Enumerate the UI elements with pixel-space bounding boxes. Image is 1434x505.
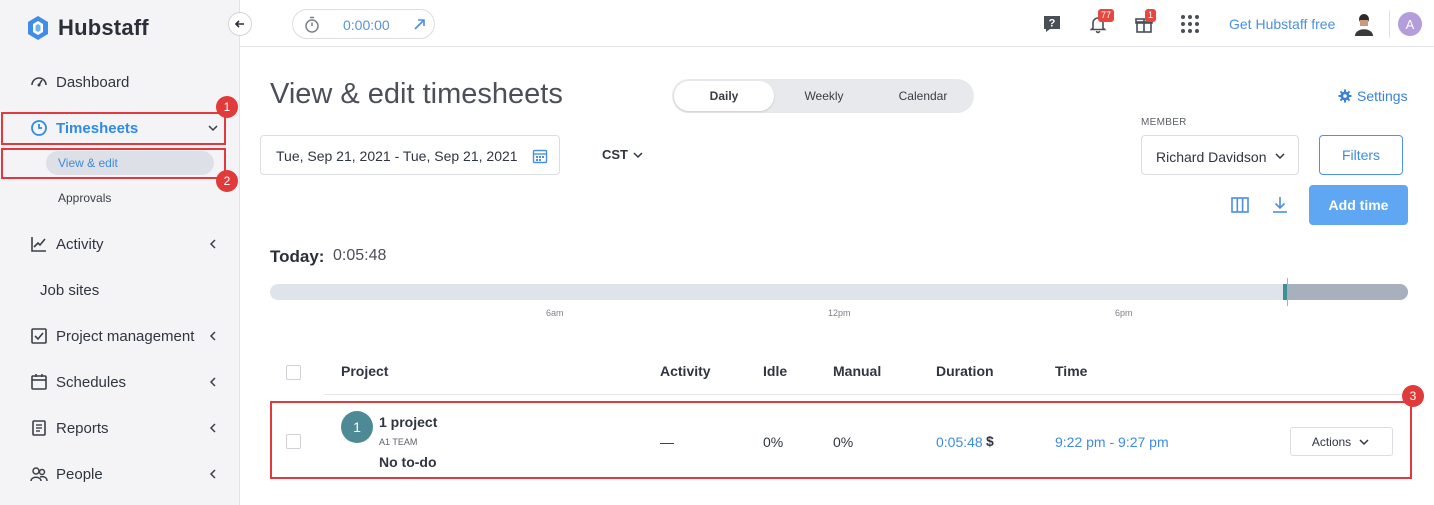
sidebar-item-label: Dashboard [56,73,130,91]
gifts-badge: 1 [1145,9,1157,22]
sidebar-item-label: Job sites [40,281,100,299]
member-label: MEMBER [1141,117,1187,128]
sidebar-item-label: People [56,465,103,483]
checkbox-icon [31,328,47,344]
chevron-left-icon [209,469,216,479]
highlight-box-2 [1,148,226,179]
column-header-activity: Activity [660,363,711,379]
tab-weekly[interactable]: Weekly [774,81,874,111]
app: Hubstaff Dashboard Timesheets 1 View & e… [0,0,1434,505]
sidebar-item-label: Reports [56,419,109,437]
gear-icon [1338,89,1352,103]
collapse-sidebar-button[interactable] [228,12,252,36]
help-icon[interactable]: ? [1042,14,1062,34]
highlight-box-3 [270,401,1412,479]
date-range-value: Tue, Sep 21, 2021 - Tue, Sep 21, 2021 [276,148,518,164]
svg-text:?: ? [1049,18,1056,30]
member-value: Richard Davidson [1156,149,1266,165]
sidebar-item-label: Project management [56,327,195,345]
timer-widget[interactable]: 0:00:00 [292,9,435,39]
logo[interactable]: Hubstaff [24,14,149,42]
download-icon[interactable] [1270,195,1290,215]
page-title: View & edit timesheets [270,78,563,110]
stopwatch-icon [305,16,319,33]
user-avatar[interactable]: A [1398,12,1422,36]
calendar-icon [31,374,47,390]
user-photo-avatar[interactable] [1352,12,1376,36]
settings-link[interactable]: Settings [1338,88,1408,104]
sidebar-item-dashboard[interactable]: Dashboard [0,65,240,99]
sidebar-item-reports[interactable]: Reports [0,411,240,445]
timeline-tick-6pm: 6pm [1115,308,1133,318]
arrow-left-icon [234,20,244,28]
timeline-tick-6am: 6am [546,308,564,318]
chevron-left-icon [209,331,216,341]
tab-calendar[interactable]: Calendar [874,81,972,111]
sidebar-item-project-management[interactable]: Project management [0,319,240,353]
column-header-duration: Duration [936,363,994,379]
sidebar: Hubstaff Dashboard Timesheets 1 View & e… [0,0,240,505]
day-timeline[interactable] [270,284,1408,300]
calendar-icon [532,149,548,164]
settings-label: Settings [1357,88,1408,104]
timer-value: 0:00:00 [343,17,390,33]
column-header-idle: Idle [763,363,788,379]
chevron-left-icon [209,423,216,433]
sidebar-item-label: Activity [56,235,104,253]
sidebar-item-job-sites[interactable]: Job sites [0,273,240,307]
sidebar-item-activity[interactable]: Activity [0,227,240,261]
timeline-tick-12pm: 12pm [828,308,851,318]
logo-text: Hubstaff [58,15,149,40]
apps-grid-icon[interactable] [1180,14,1200,34]
highlight-box-1 [1,112,226,145]
today-value: 0:05:48 [333,247,387,264]
column-header-manual: Manual [833,363,882,379]
column-header-project: Project [341,363,389,379]
annotation-marker-2: 2 [216,170,238,192]
table-header-divider [324,394,1408,395]
member-select[interactable]: Richard Davidson [1141,135,1299,175]
annotation-marker-1: 1 [216,96,238,118]
chevron-down-icon [1275,153,1285,160]
sidebar-item-people[interactable]: People [0,457,240,491]
dashboard-icon [31,77,47,87]
timezone-value: CST [602,147,628,162]
chevron-left-icon [209,377,216,387]
add-time-button[interactable]: Add time [1309,185,1408,225]
annotation-marker-3: 3 [1402,385,1424,407]
hubstaff-logo-icon [28,16,48,40]
date-range-picker[interactable]: Tue, Sep 21, 2021 - Tue, Sep 21, 2021 [260,135,560,175]
chevron-down-icon [633,151,643,158]
sidebar-subitem-approvals[interactable]: Approvals [58,191,111,205]
filters-button[interactable]: Filters [1319,135,1403,175]
tab-daily[interactable]: Daily [674,81,774,111]
activity-chart-icon [31,237,46,252]
chevron-left-icon [209,239,216,249]
columns-icon[interactable] [1230,195,1250,215]
view-toggle: Daily Weekly Calendar [672,79,974,113]
select-all-checkbox[interactable] [286,365,301,380]
topbar-divider [1389,10,1390,38]
people-icon [30,467,48,482]
notifications-badge: 77 [1098,9,1115,22]
timezone-select[interactable]: CST [602,147,645,162]
today-label: Today: [270,247,325,266]
sidebar-item-label: Schedules [56,373,127,391]
open-external-arrow-icon[interactable] [413,18,426,31]
get-hubstaff-free-link[interactable]: Get Hubstaff free [1229,16,1335,32]
sidebar-item-schedules[interactable]: Schedules [0,365,240,399]
timeline-now-indicator [1287,278,1288,306]
report-icon [32,420,46,436]
timeline-remaining-segment [1287,284,1408,300]
column-header-time: Time [1055,363,1088,379]
